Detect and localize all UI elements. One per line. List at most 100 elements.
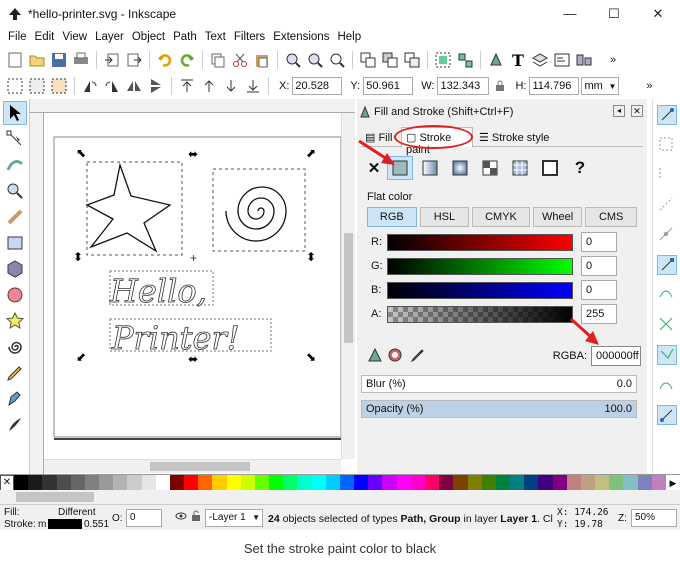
snap-bbox-corners-icon[interactable] xyxy=(657,195,676,215)
blue-value-field[interactable]: 0 xyxy=(581,280,617,300)
palette-menu-icon[interactable]: ▶ xyxy=(666,475,680,490)
snap-others-icon[interactable] xyxy=(657,405,677,425)
palette-swatch[interactable] xyxy=(99,475,114,491)
ungroup-icon[interactable] xyxy=(455,50,475,70)
select-all-layers-icon[interactable] xyxy=(27,76,47,96)
palette-swatch[interactable] xyxy=(396,475,411,491)
xml-editor-icon[interactable] xyxy=(552,50,572,70)
scale-handle-right[interactable]: ⬍ xyxy=(306,250,316,264)
raise-icon[interactable] xyxy=(199,76,219,96)
palette-swatch[interactable] xyxy=(127,475,142,491)
palette-swatch[interactable] xyxy=(297,475,312,491)
undo-icon[interactable] xyxy=(155,50,175,70)
lock-ratio-icon[interactable] xyxy=(490,76,510,96)
spiral-tool-icon[interactable] xyxy=(3,335,27,359)
enable-snapping-icon[interactable] xyxy=(657,105,677,125)
rotate-cw-icon[interactable] xyxy=(102,76,122,96)
close-button[interactable]: ✕ xyxy=(636,0,680,27)
hello-text[interactable]: Hello, xyxy=(109,272,208,311)
vertical-scroll-thumb[interactable] xyxy=(344,233,353,343)
export-icon[interactable] xyxy=(124,50,144,70)
snap-intersections-icon[interactable] xyxy=(657,315,676,335)
zoom-drawing-icon[interactable] xyxy=(305,50,325,70)
palette-swatch[interactable] xyxy=(623,475,638,491)
palette-swatch[interactable] xyxy=(637,475,652,491)
palette-swatch[interactable] xyxy=(240,475,255,491)
menu-help[interactable]: Help xyxy=(333,31,365,43)
layers-icon[interactable] xyxy=(530,50,550,70)
out-of-gamut-icon[interactable] xyxy=(387,347,403,366)
unit-select[interactable]: mm ▼ xyxy=(581,77,620,95)
raise-to-top-icon[interactable] xyxy=(177,76,197,96)
palette-swatch[interactable] xyxy=(382,475,397,491)
palette-swatch[interactable] xyxy=(609,475,624,491)
alpha-slider[interactable] xyxy=(387,305,573,323)
snap-bbox-icon[interactable] xyxy=(657,135,676,155)
palette-swatch[interactable] xyxy=(141,475,156,491)
opacity-slider[interactable]: Opacity (%) 100.0 xyxy=(361,400,637,418)
iconify-button[interactable]: ◂ xyxy=(613,105,625,117)
duplicate-icon[interactable] xyxy=(358,50,378,70)
tweak-tool-icon[interactable] xyxy=(3,153,27,177)
height-field[interactable]: 114.796 xyxy=(529,77,580,95)
palette-swatch[interactable] xyxy=(226,475,241,491)
palette-swatch[interactable] xyxy=(580,475,596,491)
snap-nodes-icon[interactable] xyxy=(657,255,677,275)
calligraphy-tool-icon[interactable] xyxy=(3,413,27,437)
green-value-field[interactable]: 0 xyxy=(581,256,617,276)
unlink-clone-icon[interactable] xyxy=(402,50,422,70)
palette-swatch[interactable] xyxy=(254,475,270,491)
palette-swatch[interactable] xyxy=(552,475,567,491)
unset-paint-button[interactable] xyxy=(537,160,563,176)
horizontal-scroll-thumb[interactable] xyxy=(150,462,250,471)
rgba-field[interactable]: 000000ff xyxy=(591,346,641,366)
3d-box-tool-icon[interactable] xyxy=(3,257,27,281)
import-icon[interactable] xyxy=(102,50,122,70)
snap-paths-icon[interactable] xyxy=(657,285,676,305)
palette-swatch[interactable] xyxy=(325,475,340,491)
palette-swatch[interactable] xyxy=(495,475,511,491)
scale-handle-left[interactable]: ⬍ xyxy=(73,250,83,264)
pencil-tool-icon[interactable] xyxy=(3,361,27,385)
menu-edit[interactable]: Edit xyxy=(31,31,59,43)
palette-swatch[interactable] xyxy=(510,475,525,491)
palette-swatch[interactable] xyxy=(70,475,85,491)
palette-swatch[interactable] xyxy=(651,475,666,491)
fill-stroke-icon[interactable] xyxy=(486,50,506,70)
width-field[interactable]: 132.343 xyxy=(437,77,490,95)
tab-stroke-style[interactable]: ☰ Stroke style xyxy=(479,131,549,144)
menu-layer[interactable]: Layer xyxy=(91,31,128,43)
vertical-scrollbar[interactable] xyxy=(341,113,355,459)
swatch-button[interactable] xyxy=(507,160,533,176)
palette-swatch[interactable] xyxy=(155,475,170,491)
save-icon[interactable] xyxy=(49,50,69,70)
node-tool-icon[interactable] xyxy=(3,127,27,151)
rectangle-tool-icon[interactable] xyxy=(3,231,27,255)
scale-handle-tr[interactable]: ⬈ xyxy=(306,146,316,160)
measure-tool-icon[interactable] xyxy=(3,205,27,229)
palette-swatch[interactable] xyxy=(439,475,454,491)
zoom-tool-icon[interactable] xyxy=(3,179,27,203)
palette-swatch[interactable] xyxy=(339,475,355,491)
x-field[interactable]: 20.528 xyxy=(292,77,343,95)
lower-icon[interactable] xyxy=(221,76,241,96)
maximize-button[interactable]: ☐ xyxy=(592,0,636,27)
palette-swatch[interactable] xyxy=(453,475,468,491)
close-dialog-button[interactable]: ✕ xyxy=(631,105,643,117)
more-controls-icon[interactable]: » xyxy=(639,76,659,96)
menu-object[interactable]: Object xyxy=(128,31,169,43)
menu-text[interactable]: Text xyxy=(201,31,230,43)
zoom-selection-icon[interactable] xyxy=(283,50,303,70)
layer-lock-icon[interactable] xyxy=(191,510,201,525)
menu-path[interactable]: Path xyxy=(169,31,201,43)
printer-text[interactable]: Printer! xyxy=(111,319,240,358)
mode-rgb[interactable]: RGB xyxy=(367,207,417,227)
mode-wheel[interactable]: Wheel xyxy=(532,207,583,227)
palette-swatch[interactable] xyxy=(269,475,284,491)
more-commands-icon[interactable]: » xyxy=(603,50,623,70)
stroke-swatch[interactable] xyxy=(48,519,82,529)
cut-icon[interactable] xyxy=(230,50,250,70)
palette-swatch[interactable] xyxy=(354,475,369,491)
blue-slider[interactable] xyxy=(387,281,573,299)
palette-swatch[interactable] xyxy=(169,475,185,491)
